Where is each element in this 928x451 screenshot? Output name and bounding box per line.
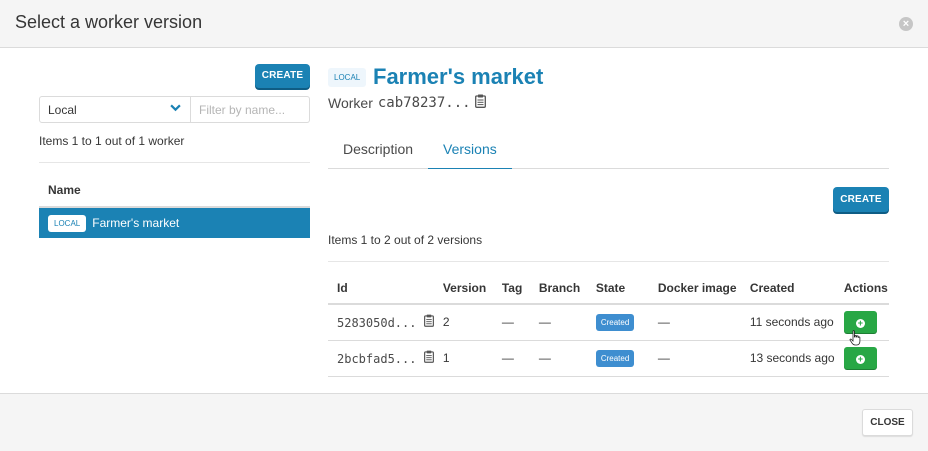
column-header-state: State	[586, 262, 649, 305]
modal-body: CREATE Local Items 1 to 1 out of 1 worke…	[0, 48, 928, 393]
version-docker-image: —	[648, 304, 741, 341]
modal-header: Select a worker version ×	[0, 0, 928, 48]
filter-by-name-input[interactable]	[191, 96, 310, 123]
version-tag: —	[492, 304, 530, 341]
modal-footer: CLOSE	[0, 393, 928, 451]
version-id: 5283050d...	[337, 316, 417, 331]
version-tag: —	[492, 340, 530, 377]
column-header-created: Created	[740, 262, 835, 305]
table-row: 2bcbfad5... 1 — — Created — 13 seconds a…	[328, 340, 889, 377]
name-column-header: Name	[39, 163, 310, 208]
create-version-button[interactable]: CREATE	[833, 187, 889, 212]
worker-hash: cab78237...	[377, 94, 471, 111]
version-number: 1	[433, 340, 493, 377]
worker-tabs: Description Versions	[328, 133, 889, 169]
column-header-tag: Tag	[492, 262, 530, 305]
modal-title: Select a worker version	[15, 12, 203, 32]
version-actions-cell: +	[834, 304, 889, 341]
tab-versions[interactable]: Versions	[428, 133, 512, 169]
table-header-row: Id Version Tag Branch State Docker image…	[328, 262, 889, 305]
version-branch: —	[529, 340, 587, 377]
version-count-text: Items 1 to 2 out of 2 versions	[328, 233, 483, 247]
create-worker-button[interactable]: CREATE	[255, 64, 310, 88]
repository-select[interactable]: Local	[39, 96, 191, 123]
clipboard-icon[interactable]	[423, 314, 434, 330]
table-row: 5283050d... 2 — — Created — 11 seconds a…	[328, 304, 889, 341]
clipboard-icon[interactable]	[423, 350, 434, 366]
chevron-down-icon	[170, 102, 181, 116]
worker-title: Farmer's market	[373, 64, 544, 89]
select-version-button[interactable]: +	[843, 347, 877, 369]
hand-pointer-icon	[849, 330, 861, 346]
worker-label: Worker	[328, 94, 373, 111]
column-header-branch: Branch	[529, 262, 587, 305]
version-id: 2bcbfad5...	[337, 352, 417, 366]
version-docker-image: —	[648, 340, 741, 377]
plus-circle-icon: +	[855, 318, 865, 329]
worker-subtitle: Worker cab78237...	[328, 94, 486, 111]
version-state-cell: Created	[586, 304, 649, 341]
column-header-id: Id	[328, 262, 434, 305]
version-branch: —	[529, 304, 587, 341]
state-badge: Created	[595, 313, 635, 331]
version-actions-cell: +	[834, 340, 889, 377]
local-badge: LOCAL	[48, 214, 87, 232]
version-id-cell: 5283050d...	[328, 304, 434, 341]
version-number: 2	[433, 304, 493, 341]
clipboard-icon[interactable]	[474, 94, 486, 111]
plus-circle-icon: +	[855, 354, 865, 364]
repository-select-value: Local	[48, 103, 77, 117]
version-id-cell: 2bcbfad5...	[328, 340, 434, 377]
worker-list: Name LOCAL Farmer's market	[39, 162, 310, 238]
worker-row-selected[interactable]: LOCAL Farmer's market	[39, 208, 310, 238]
versions-table: Id Version Tag Branch State Docker image…	[328, 261, 889, 377]
close-button[interactable]: CLOSE	[862, 409, 913, 436]
version-state-cell: Created	[586, 340, 649, 377]
column-header-version: Version	[433, 262, 493, 305]
column-header-actions: Actions	[834, 262, 889, 305]
worker-count-text: Items 1 to 1 out of 1 worker	[39, 134, 185, 148]
column-header-docker-image: Docker image	[648, 262, 741, 305]
worker-row-name: Farmer's market	[92, 216, 180, 230]
state-badge: Created	[595, 349, 635, 367]
version-created: 13 seconds ago	[740, 340, 835, 377]
local-badge: LOCAL	[328, 68, 367, 87]
close-circle-icon[interactable]: ×	[899, 17, 913, 31]
version-created: 11 seconds ago	[740, 304, 835, 341]
tab-description[interactable]: Description	[328, 133, 428, 169]
